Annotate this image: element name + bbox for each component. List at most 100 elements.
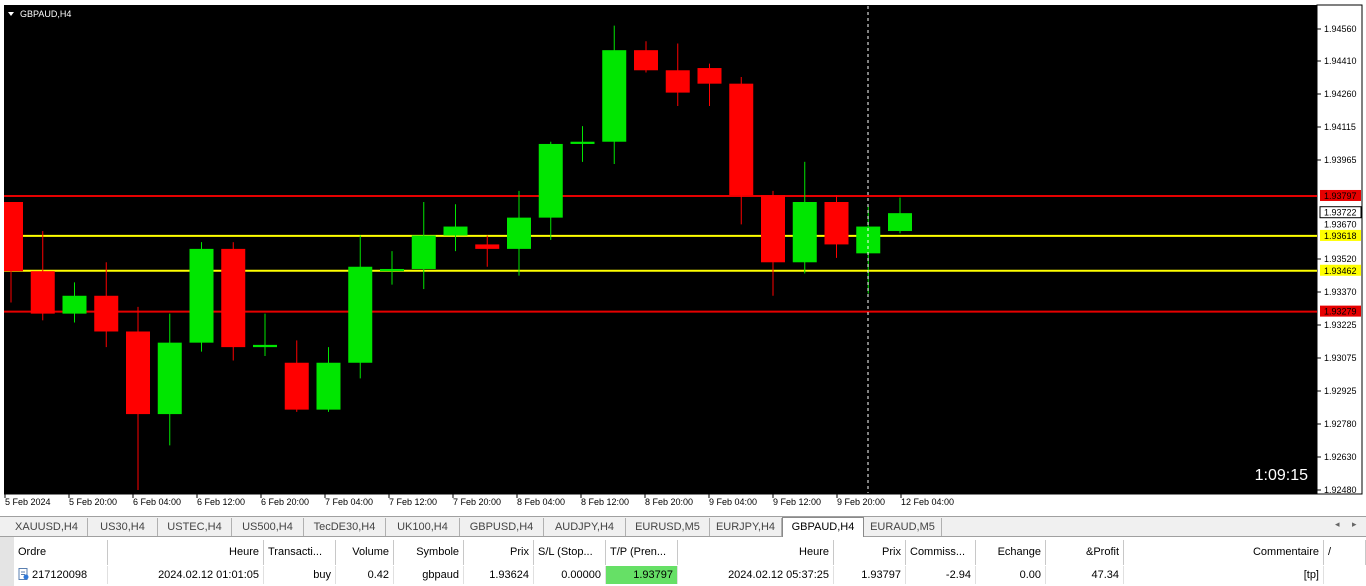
- candle-body: [792, 202, 817, 263]
- bar-countdown-timer: 1:09:15: [1255, 467, 1308, 484]
- candle-body: [824, 202, 849, 245]
- candle-body: [602, 50, 627, 142]
- time-tick-label: 7 Feb 04:00: [325, 497, 373, 507]
- tab-euraud-m5[interactable]: EURAUD,M5: [864, 518, 942, 536]
- time-tick-label: 5 Feb 20:00: [69, 497, 117, 507]
- candle: [221, 242, 246, 361]
- price-label-red: 1.93279: [1320, 305, 1361, 317]
- candle-body: [221, 248, 246, 348]
- candle-body: [634, 50, 658, 71]
- time-tick-label: 6 Feb 12:00: [197, 497, 245, 507]
- table-cell-7: 1.93797: [606, 566, 678, 584]
- terminal-trade-table: Ordre Heure Transacti... Volume Symbole Prix S…: [14, 537, 1366, 586]
- time-tick-label: 9 Feb 04:00: [709, 497, 757, 507]
- tab-xauusd-h4[interactable]: XAUUSD,H4: [6, 518, 88, 536]
- tab-gbpaud-h4[interactable]: GBPAUD,H4: [782, 517, 864, 537]
- price-label-text: 1.93279: [1324, 307, 1357, 317]
- table-cell-13: [tp]: [1124, 566, 1324, 584]
- price-tick-label: 1.94115: [1324, 122, 1356, 132]
- table-cell-12: 47.34: [1046, 566, 1124, 584]
- table-cell-11: 0.00: [976, 566, 1046, 584]
- table-cell-0: 217120098: [14, 566, 108, 584]
- price-tick-label: 1.92780: [1324, 419, 1357, 429]
- price-tick-label: 1.94410: [1324, 56, 1357, 66]
- price-tick-label: 1.93965: [1324, 155, 1357, 165]
- table-row[interactable]: 217120098 2024.02.12 01:01:05 buy 0.42 gbpau…: [14, 537, 1366, 586]
- price-label-text: 1.93462: [1324, 266, 1357, 276]
- price-tick-label: 1.94260: [1324, 89, 1357, 99]
- tab-eurjpy-h4[interactable]: EURJPY,H4: [710, 518, 782, 536]
- price-tick-label: 1.93225: [1324, 320, 1357, 330]
- table-cell-8: 2024.02.12 05:37:25: [678, 566, 834, 584]
- chart-tabs-bar: XAUUSD,H4 US30,H4 USTEC,H4 US500,H4 TecDE30,…: [0, 516, 1366, 537]
- table-cell-6: 0.00000: [534, 566, 606, 584]
- candle-body: [380, 268, 404, 272]
- candle-body: [62, 295, 87, 314]
- candle-body: [411, 235, 436, 269]
- price-tick-label: 1.93075: [1324, 353, 1357, 363]
- table-cell-4: gbpaud: [394, 566, 464, 584]
- candle-body: [348, 266, 373, 363]
- candle-body: [316, 362, 341, 410]
- time-tick-label: 9 Feb 20:00: [837, 497, 885, 507]
- time-tick-label: 8 Feb 12:00: [581, 497, 629, 507]
- tab-gbpusd-h4[interactable]: GBPUSD,H4: [460, 518, 544, 536]
- terminal-side-label[interactable]: minal: [0, 537, 15, 586]
- tab-tecde30-h4[interactable]: TecDE30,H4: [304, 518, 386, 536]
- table-cell-5: 1.93624: [464, 566, 534, 584]
- candle-body: [475, 244, 500, 249]
- time-tick-label: 5 Feb 2024: [5, 497, 51, 507]
- candle-body: [4, 202, 23, 272]
- price-tick-label: 1.92925: [1324, 386, 1357, 396]
- candle-body: [697, 68, 722, 84]
- tab-scroll-left-icon[interactable]: ◂: [1335, 519, 1340, 530]
- price-label-text: 1.93670: [1324, 219, 1357, 229]
- price-chart[interactable]: 1.94560 1.94410 1.94260 1.94115 1.93965 1.935…: [0, 0, 1366, 516]
- price-label-tick: 1.93670: [1324, 219, 1357, 229]
- candle-body: [761, 195, 785, 263]
- candle-body: [507, 217, 531, 249]
- tab-uk100-h4[interactable]: UK100,H4: [386, 518, 460, 536]
- tab-eurusd-m5[interactable]: EURUSD,M5: [626, 518, 710, 536]
- time-tick-label: 7 Feb 12:00: [389, 497, 437, 507]
- price-label-tp: 1.93797: [1320, 189, 1361, 201]
- candle-body: [538, 143, 563, 218]
- tab-audjpy-h4[interactable]: AUDJPY,H4: [544, 518, 626, 536]
- candle-body: [253, 344, 277, 348]
- candle-body: [284, 362, 309, 410]
- price-tick-label: 1.92630: [1324, 452, 1357, 462]
- time-tick-label: 6 Feb 20:00: [261, 497, 309, 507]
- candle-body: [443, 226, 468, 236]
- time-tick-label: 6 Feb 04:00: [133, 497, 181, 507]
- terminal-label: minal: [0, 562, 1, 584]
- price-label-yellow: 1.93462: [1320, 264, 1361, 276]
- table-cell-10: -2.94: [906, 566, 976, 584]
- candle-body: [189, 248, 214, 343]
- candle-body: [157, 342, 182, 415]
- table-cell-2: buy: [264, 566, 336, 584]
- tab-ustec-h4[interactable]: USTEC,H4: [158, 518, 232, 536]
- time-tick-label: 7 Feb 20:00: [453, 497, 501, 507]
- table-cell-9: 1.93797: [834, 566, 906, 584]
- order-id: 217120098: [32, 569, 88, 581]
- price-label-text: 1.93797: [1324, 191, 1357, 201]
- tab-scroll-right-icon[interactable]: ▸: [1352, 519, 1357, 530]
- candle-body: [888, 213, 912, 232]
- price-tick-label: 1.94560: [1324, 24, 1357, 34]
- candle-body: [126, 331, 150, 415]
- table-cell-3: 0.42: [336, 566, 394, 584]
- chart-symbol-title: GBPAUD,H4: [20, 9, 71, 19]
- candle-body: [729, 83, 754, 196]
- candle-body: [30, 271, 55, 314]
- tab-us500-h4[interactable]: US500,H4: [232, 518, 304, 536]
- price-label-text: 1.93722: [1324, 208, 1357, 218]
- price-label-yellow: 1.93618: [1320, 229, 1361, 241]
- price-tick-label: 1.93370: [1324, 287, 1357, 297]
- time-tick-label: 8 Feb 04:00: [517, 497, 565, 507]
- tab-us30-h4[interactable]: US30,H4: [88, 518, 158, 536]
- price-tick-label: 1.92480: [1324, 485, 1357, 495]
- chart-window[interactable]: 1.94560 1.94410 1.94260 1.94115 1.93965 1.935…: [0, 0, 1366, 516]
- time-tick-label: 12 Feb 04:00: [901, 497, 954, 507]
- price-label-current: 1.93722: [1319, 206, 1362, 219]
- order-document-icon: [18, 568, 29, 580]
